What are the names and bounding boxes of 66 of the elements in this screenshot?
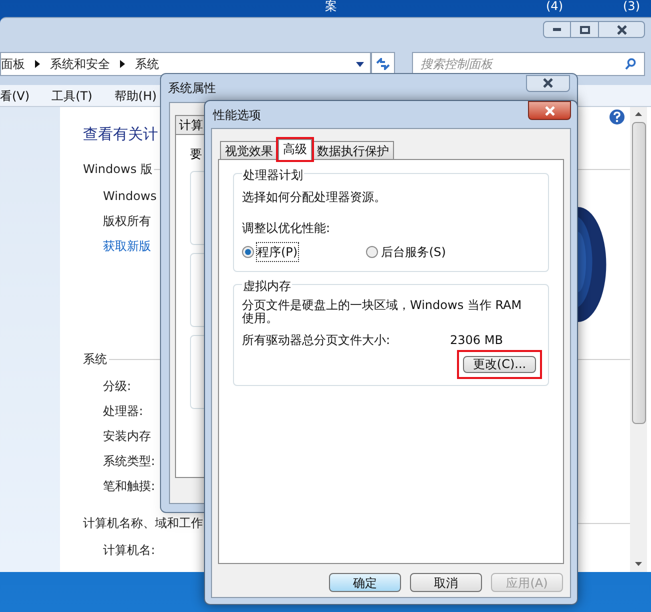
radio-indicator[interactable] <box>366 246 378 258</box>
field-label: 安装内存 <box>103 428 151 445</box>
description: 要 <box>190 146 202 163</box>
field-label: 版权所有 <box>103 213 151 230</box>
field-label: 笔和触摸: <box>103 478 156 495</box>
address-bar[interactable]: 面板 系统和安全 系统 <box>0 52 371 76</box>
dialog-button[interactable]: 取消 <box>410 573 482 592</box>
breadcrumb-item[interactable]: 系统 <box>135 55 159 73</box>
menu-item[interactable]: 帮助(H) <box>114 86 157 104</box>
close-button[interactable] <box>598 21 645 38</box>
help-icon[interactable] <box>609 109 625 125</box>
change-button[interactable]: 更改(C)... <box>463 356 536 373</box>
chevron-icon <box>120 60 125 68</box>
minimize-icon <box>553 28 561 31</box>
field-label: 计算机名: <box>103 542 156 559</box>
tab[interactable]: 计算 <box>175 115 207 134</box>
radio-button[interactable]: 程序(P) <box>242 243 366 261</box>
desktop-label: 案 <box>325 0 337 12</box>
link[interactable]: 获取新版 <box>103 234 151 259</box>
menu-item[interactable]: 工具(T) <box>52 86 92 104</box>
scrollbar[interactable] <box>630 107 647 572</box>
menu-item[interactable]: 看(V) <box>0 86 30 104</box>
breadcrumb-item[interactable]: 系统和安全 <box>50 55 110 73</box>
field-label: 调整以优化性能: <box>242 220 332 237</box>
close-button[interactable] <box>528 101 571 120</box>
search-field[interactable]: 搜索控制面板 <box>420 55 625 73</box>
minimize-button[interactable] <box>543 21 571 38</box>
close-icon <box>544 106 556 116</box>
maximize-button[interactable] <box>571 21 598 38</box>
tab[interactable]: 视觉效果 <box>220 141 278 159</box>
group-title: 处理器计划 <box>242 166 304 184</box>
scrollbar-thumb[interactable] <box>632 122 646 424</box>
refresh-icon <box>376 58 390 70</box>
maximize-icon <box>580 26 590 34</box>
scroll-up-icon[interactable] <box>635 112 642 116</box>
field-label: 系统类型: <box>103 453 156 470</box>
window-title: 系统属性 <box>168 80 216 97</box>
tab[interactable]: 高级 <box>278 139 312 160</box>
radio-button[interactable]: 后台服务(S) <box>366 243 446 261</box>
breadcrumb-item[interactable]: 面板 <box>1 55 25 73</box>
description: 选择如何分配处理器资源。 <box>242 189 387 206</box>
field-label: Windows <box>103 188 157 205</box>
field-label: 所有驱动器总分页文件大小: <box>242 332 392 349</box>
search-box[interactable]: 搜索控制面板 <box>412 52 645 76</box>
close-icon <box>542 78 554 88</box>
close-button[interactable] <box>526 74 570 92</box>
dropdown-arrow-icon[interactable] <box>356 62 364 66</box>
search-icon <box>624 58 636 70</box>
tab[interactable]: 数据执行保护 <box>312 141 394 159</box>
group-title: 虚拟内存 <box>242 277 292 295</box>
section-title: 计算机名称、域和工作 <box>83 515 203 532</box>
window-title: 性能选项 <box>213 106 261 124</box>
section-title: Windows 版 <box>83 161 152 178</box>
field-value: 2306 MB <box>450 332 503 349</box>
description: 分页文件是硬盘上的一块区域，Windows 当作 RAM 使用。 <box>242 299 523 325</box>
section-title: 系统 <box>83 351 107 368</box>
scroll-down-icon[interactable] <box>635 562 642 566</box>
dialog-button[interactable]: 确定 <box>329 573 401 592</box>
desktop-label: (4) <box>546 0 563 12</box>
chevron-icon <box>35 60 40 68</box>
desktop-label: (3) <box>623 0 640 12</box>
page-heading: 查看有关计 <box>83 124 158 145</box>
close-icon <box>616 24 628 34</box>
field-label: 分级: <box>103 378 132 395</box>
field-label: 处理器: <box>103 403 144 420</box>
radio-indicator[interactable] <box>242 246 254 258</box>
